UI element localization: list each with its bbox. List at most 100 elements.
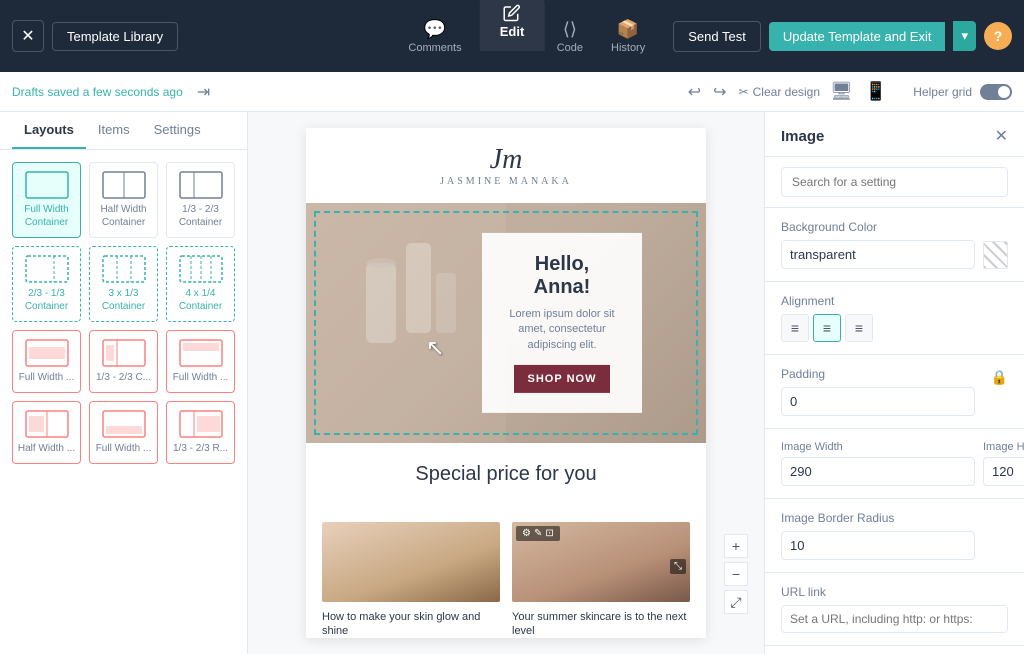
hero-title: Hello, Anna! xyxy=(506,253,618,299)
close-button[interactable]: ✕ xyxy=(12,20,44,52)
layout-half-red[interactable]: Half Width ... xyxy=(12,401,81,464)
tab-items[interactable]: Items xyxy=(86,112,142,149)
redo-button[interactable]: ↪ xyxy=(709,80,730,104)
special-price-section: Special price for you xyxy=(306,443,706,522)
layout-four-quarter[interactable]: 4 x 1/4Container xyxy=(166,246,235,322)
code-tab[interactable]: ⟨⟩ Code xyxy=(545,13,595,60)
zoom-in-button[interactable]: + xyxy=(724,534,748,558)
comments-icon: 💬 xyxy=(424,19,446,40)
products-grid: How to make your skin glow and shine ⚙✎⊡… xyxy=(306,522,706,654)
zoom-out-button[interactable]: − xyxy=(724,562,748,586)
align-right-button[interactable]: ≡ xyxy=(845,314,873,342)
third-twothird-icon xyxy=(179,171,223,199)
right-panel: Image ✕ Background Color Alignment ≡ ≡ ≡… xyxy=(764,112,1024,654)
special-price-title: Special price for you xyxy=(326,463,686,486)
history-tab[interactable]: 📦 History xyxy=(599,13,657,60)
padding-label: Padding xyxy=(781,367,825,381)
dimensions-row: Image Width Image Height xyxy=(781,441,1008,486)
update-template-button[interactable]: Update Template and Exit xyxy=(769,22,946,51)
url-label: URL link xyxy=(781,585,1008,599)
layout-full-red3[interactable]: Full Width ... xyxy=(89,401,158,464)
image-width-input[interactable] xyxy=(781,457,975,486)
bg-color-input[interactable] xyxy=(781,240,975,269)
cursor-icon: ↖ xyxy=(426,335,444,361)
layout-full-width[interactable]: Full WidthContainer xyxy=(12,162,81,238)
padding-input[interactable] xyxy=(781,387,975,416)
panel-search-input[interactable] xyxy=(781,167,1008,197)
url-section: URL link xyxy=(765,573,1024,646)
help-button[interactable]: ? xyxy=(984,22,1012,50)
hero-body-text: Lorem ipsum dolor sit amet, consectetur … xyxy=(506,307,618,353)
tab-settings[interactable]: Settings xyxy=(142,112,213,149)
edit-tab-container: Edit xyxy=(480,0,545,51)
border-radius-section: Image Border Radius xyxy=(765,499,1024,573)
email-header: Jm JASMINE MANAKA xyxy=(306,128,706,203)
full-red-icon xyxy=(25,339,69,367)
half-red-icon xyxy=(25,410,69,438)
main-area: Layouts Items Settings Full WidthContain… xyxy=(0,112,1024,654)
sub-toolbar: Drafts saved a few seconds ago ⇥ ↩ ↪ ✂ C… xyxy=(0,72,1024,112)
twothird-third-icon xyxy=(25,255,69,283)
border-radius-input[interactable] xyxy=(781,531,975,560)
panel-header: Image ✕ xyxy=(765,112,1024,157)
helper-grid-toggle: Helper grid xyxy=(913,84,1012,100)
undo-button[interactable]: ↩ xyxy=(684,80,705,104)
helper-grid-switch[interactable] xyxy=(980,84,1012,100)
comments-tab[interactable]: 💬 Comments xyxy=(396,13,473,60)
layout-third-twothird-r[interactable]: 1/3 - 2/3 R... xyxy=(166,401,235,464)
draft-status: Drafts saved a few seconds ago xyxy=(12,85,183,99)
hero-cta-button[interactable]: SHOP NOW xyxy=(514,365,611,393)
product-title-1: How to make your skin glow and shine xyxy=(322,610,500,639)
edit-tab[interactable]: Edit xyxy=(480,0,545,51)
scissors-icon: ✂ xyxy=(739,85,749,99)
image-height-input[interactable] xyxy=(983,457,1024,486)
bg-color-label: Background Color xyxy=(781,220,1008,234)
product-resize-handle[interactable]: ⤡ xyxy=(670,559,686,574)
layout-third-twothird-red[interactable]: 1/3 - 2/3 C... xyxy=(89,330,158,393)
layout-full-red2[interactable]: Full Width ... xyxy=(166,330,235,393)
hero-overlay-card: Hello, Anna! Lorem ipsum dolor sit amet,… xyxy=(482,233,642,413)
three-third-icon xyxy=(102,255,146,283)
collapse-sidebar-button[interactable]: ⇥ xyxy=(191,80,216,104)
product-image-1 xyxy=(322,522,500,602)
email-hero[interactable]: Knew You Were oking For ↖ Hello, Anna! L… xyxy=(306,203,706,443)
alignment-buttons: ≡ ≡ ≡ xyxy=(781,314,1008,342)
mobile-view-button[interactable]: 📱 xyxy=(863,79,889,104)
dimensions-section: Image Width Image Height xyxy=(765,429,1024,499)
alt-text-section: Alt Text xyxy=(765,646,1024,654)
product-card-1[interactable]: How to make your skin glow and shine xyxy=(322,522,500,639)
align-left-button[interactable]: ≡ xyxy=(781,314,809,342)
layout-full-red[interactable]: Full Width ... xyxy=(12,330,81,393)
product-image-2: ⚙✎⊡ ⤡ xyxy=(512,522,690,602)
email-canvas: Jm JASMINE MANAKA xyxy=(306,128,706,638)
layout-twothird-third[interactable]: 2/3 - 1/3Container xyxy=(12,246,81,322)
send-test-button[interactable]: Send Test xyxy=(673,21,761,52)
layout-half-width[interactable]: Half WidthContainer xyxy=(89,162,158,238)
undo-redo-group: ↩ ↪ xyxy=(684,80,731,104)
top-toolbar: ✕ Template Library Edit 💬 Comments 👁 Pre… xyxy=(0,0,1024,72)
desktop-view-button[interactable]: 🖥 xyxy=(828,79,855,104)
clear-design-button[interactable]: ✂ Clear design xyxy=(739,85,820,99)
canvas-controls: + − ⤢ xyxy=(724,534,748,614)
padding-section: Padding 🔒 xyxy=(765,355,1024,429)
layout-three-third[interactable]: 3 x 1/3Container xyxy=(89,246,158,322)
alignment-section: Alignment ≡ ≡ ≡ xyxy=(765,282,1024,355)
url-input[interactable] xyxy=(781,605,1008,633)
product-card-2[interactable]: ⚙✎⊡ ⤡ Your summer skincare is to the nex… xyxy=(512,522,690,639)
tab-layouts[interactable]: Layouts xyxy=(12,112,86,149)
layout-third-twothird[interactable]: 1/3 - 2/3Container xyxy=(166,162,235,238)
full-red3-icon xyxy=(102,410,146,438)
transparent-swatch[interactable] xyxy=(983,241,1008,269)
fit-screen-button[interactable]: ⤢ xyxy=(724,590,748,614)
canvas-area: Jm JASMINE MANAKA xyxy=(248,112,764,654)
email-logo-subtext: JASMINE MANAKA xyxy=(322,176,690,187)
sub-toolbar-left: Drafts saved a few seconds ago ⇥ xyxy=(12,80,676,104)
panel-close-button[interactable]: ✕ xyxy=(995,126,1008,146)
update-template-dropdown[interactable]: ▾ xyxy=(953,21,976,51)
panel-title: Image xyxy=(781,128,824,145)
template-library-button[interactable]: Template Library xyxy=(52,22,178,51)
border-radius-label: Image Border Radius xyxy=(781,511,1008,525)
full-red2-icon xyxy=(179,339,223,367)
left-sidebar: Layouts Items Settings Full WidthContain… xyxy=(0,112,248,654)
align-center-button[interactable]: ≡ xyxy=(813,314,841,342)
